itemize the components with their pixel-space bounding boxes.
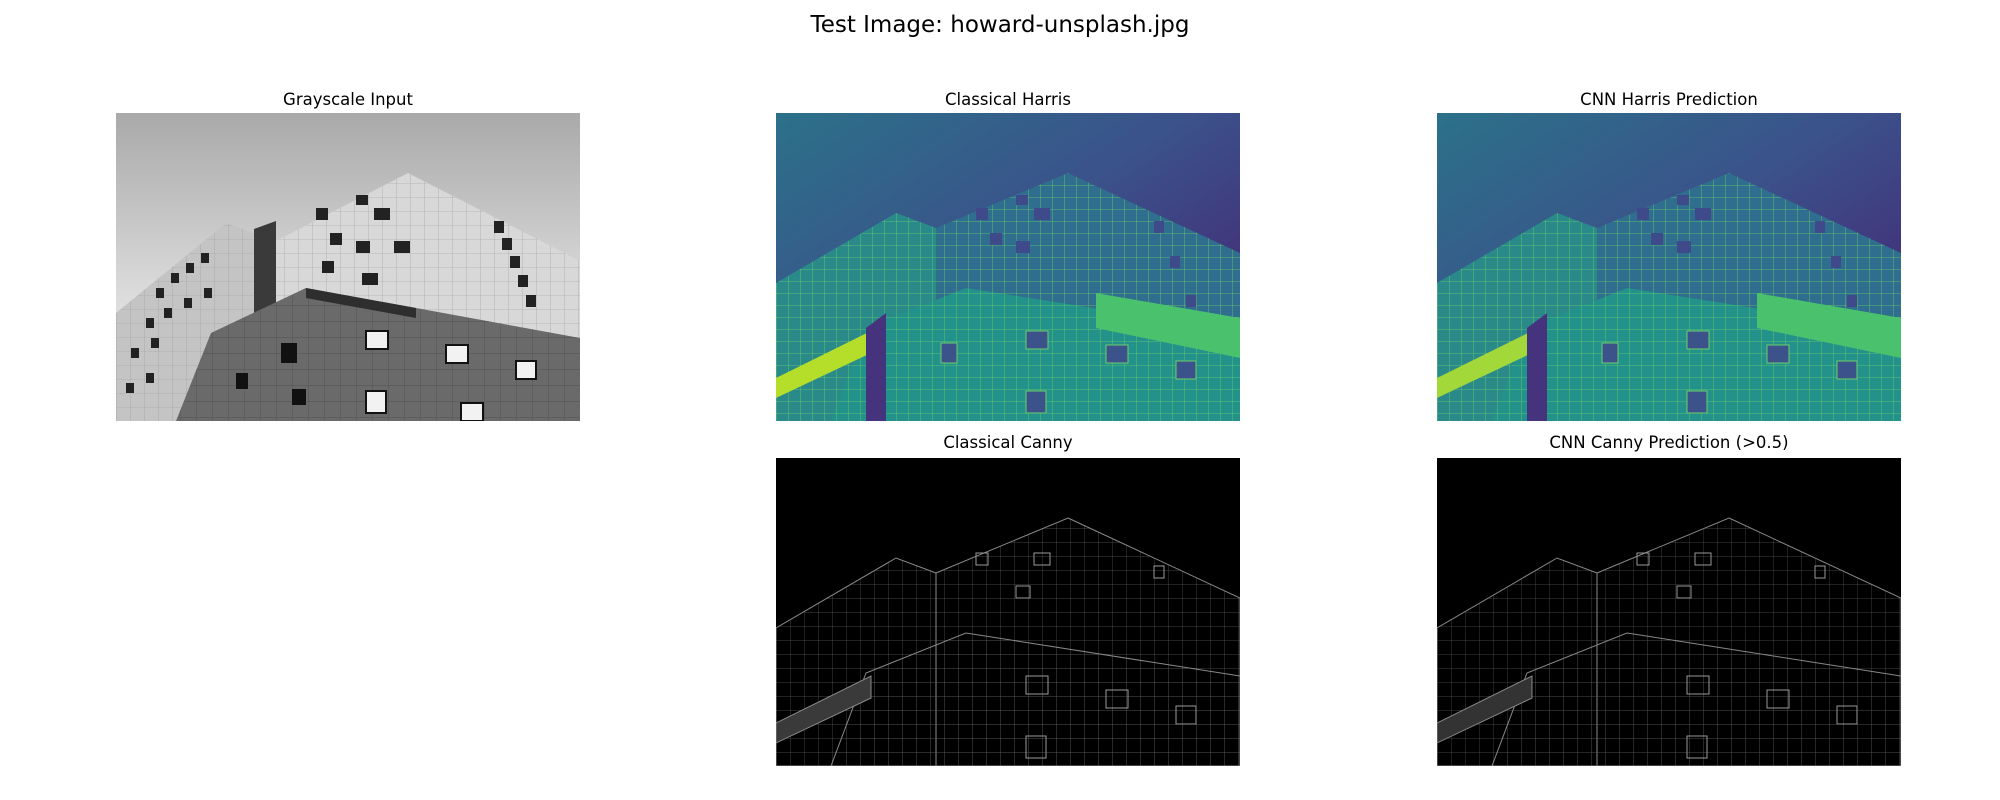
panel-title-cnn-canny: CNN Canny Prediction (>0.5) [1549, 433, 1789, 452]
panel-title-grayscale: Grayscale Input [283, 90, 413, 109]
figure-title: Test Image: howard-unsplash.jpg [810, 12, 1190, 38]
classical-canny-image [776, 458, 1240, 766]
cnn-canny-image [1437, 458, 1901, 766]
cnn-harris-image [1437, 113, 1901, 421]
panel-title-cnn-harris: CNN Harris Prediction [1580, 90, 1758, 109]
panel-title-classical-harris: Classical Harris [945, 90, 1071, 109]
grayscale-input-image [116, 113, 580, 421]
classical-harris-image [776, 113, 1240, 421]
panel-title-classical-canny: Classical Canny [943, 433, 1073, 452]
